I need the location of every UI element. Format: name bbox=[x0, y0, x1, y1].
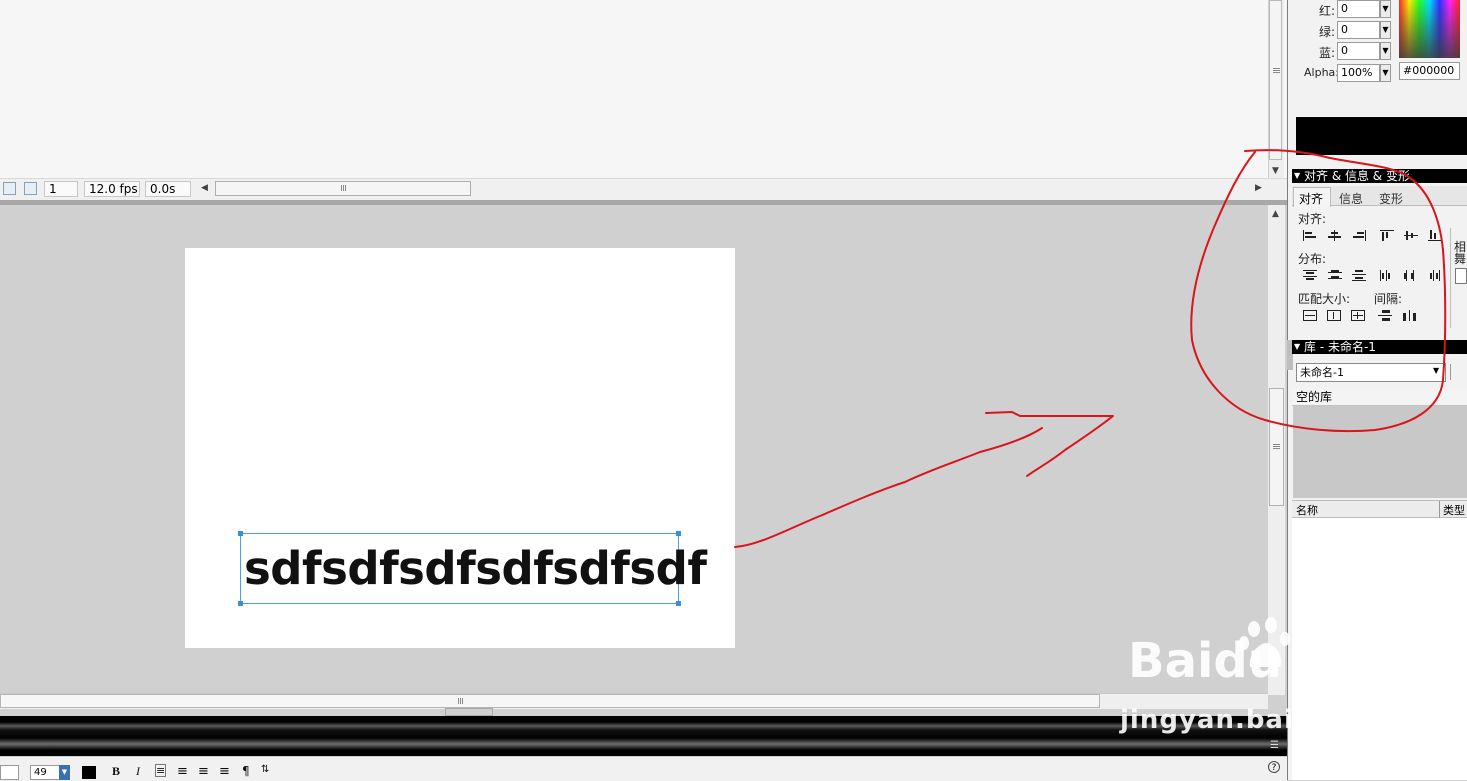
library-empty-label: 空的库 bbox=[1292, 388, 1467, 406]
scroll-right-arrow-icon[interactable]: ▶ bbox=[1255, 183, 1262, 193]
onion-skin-icon[interactable] bbox=[3, 182, 16, 195]
collapse-panel-tab[interactable] bbox=[445, 708, 493, 716]
resize-handle[interactable] bbox=[238, 601, 243, 606]
annotation-arrow-head bbox=[985, 411, 1114, 477]
library-panel-title[interactable]: 库 - 未命名-1 bbox=[1292, 340, 1467, 354]
align-panel-title[interactable]: 对齐 & 信息 & 变形 bbox=[1292, 169, 1467, 183]
blue-label: 蓝: bbox=[1319, 46, 1336, 60]
green-input[interactable]: 0 bbox=[1337, 21, 1380, 39]
align-left-icon[interactable]: ≡ bbox=[155, 764, 167, 777]
red-label: 红: bbox=[1319, 4, 1336, 18]
paw-logo-icon bbox=[1239, 617, 1290, 667]
font-size-dropdown-icon[interactable]: ▼ bbox=[59, 765, 70, 780]
align-left-edge-icon[interactable] bbox=[1303, 230, 1317, 241]
tab-info[interactable]: 信息 bbox=[1339, 190, 1363, 207]
column-type-header[interactable]: 类型 bbox=[1443, 502, 1465, 518]
watermark-url: jingyan.baidu.com bbox=[1120, 705, 1408, 735]
match-width-height-icon[interactable] bbox=[1351, 310, 1365, 321]
properties-panel-header[interactable] bbox=[0, 716, 1287, 756]
baidu-watermark: Baidu 经验 jingyan.baidu.com bbox=[1120, 615, 1407, 735]
match-height-icon[interactable] bbox=[1327, 310, 1341, 321]
resize-handle[interactable] bbox=[676, 601, 681, 606]
distribute-right-icon[interactable] bbox=[1428, 270, 1442, 281]
text-direction-icon[interactable]: ⇅ bbox=[261, 764, 269, 775]
library-preview-area bbox=[1293, 406, 1467, 498]
tab-transform[interactable]: 变形 bbox=[1379, 190, 1403, 207]
to-stage-button[interactable] bbox=[1455, 268, 1467, 284]
distribute-top-icon[interactable] bbox=[1303, 270, 1317, 281]
select-chevron-down-icon[interactable]: ▼ bbox=[1433, 366, 1439, 375]
panel-menu-icon[interactable]: ☰ bbox=[1270, 740, 1279, 751]
justify-icon[interactable]: ≡ bbox=[219, 764, 230, 779]
alpha-dropdown-icon[interactable]: ▼ bbox=[1380, 64, 1391, 82]
bold-button[interactable]: B bbox=[112, 764, 120, 779]
current-frame-field: 1 bbox=[44, 181, 78, 197]
properties-toolbar bbox=[0, 756, 1287, 781]
align-bottom-edge-icon[interactable] bbox=[1428, 230, 1442, 241]
text-color-swatch[interactable] bbox=[82, 766, 96, 779]
help-button[interactable]: ? bbox=[1268, 761, 1280, 773]
green-dropdown-icon[interactable]: ▼ bbox=[1380, 21, 1391, 39]
resize-handle[interactable] bbox=[676, 531, 681, 536]
scroll-down-arrow-icon[interactable]: ▼ bbox=[1272, 166, 1279, 176]
color-spectrum[interactable] bbox=[1399, 0, 1460, 58]
red-dropdown-icon[interactable]: ▼ bbox=[1380, 0, 1391, 18]
alpha-label: Alpha: bbox=[1304, 66, 1339, 79]
edit-multiple-frames-icon[interactable] bbox=[24, 182, 37, 195]
distribute-horizontal-center-icon[interactable] bbox=[1404, 270, 1418, 281]
timeline-area[interactable] bbox=[0, 0, 1287, 178]
blue-dropdown-icon[interactable]: ▼ bbox=[1380, 42, 1391, 60]
stage-vertical-scroll-thumb[interactable] bbox=[1269, 388, 1284, 506]
timeline-horizontal-scroll-thumb[interactable] bbox=[215, 181, 471, 196]
scroll-left-arrow-icon[interactable]: ◀ bbox=[201, 183, 208, 193]
alpha-input[interactable]: 100% bbox=[1337, 64, 1380, 82]
watermark-brand-cn: 经验 bbox=[1298, 649, 1366, 689]
hex-color-input[interactable]: #000000 bbox=[1399, 62, 1460, 80]
distribute-vertical-center-icon[interactable] bbox=[1328, 270, 1342, 281]
stage-text-content[interactable]: sdfsdfsdfsdfsdfsdf bbox=[244, 540, 707, 598]
distribute-label: 分布: bbox=[1298, 252, 1327, 266]
font-size-field[interactable]: 49 bbox=[30, 765, 60, 780]
blue-input[interactable]: 0 bbox=[1337, 42, 1380, 60]
resize-handle[interactable] bbox=[238, 531, 243, 536]
library-column-header bbox=[1292, 500, 1467, 518]
red-input[interactable]: 0 bbox=[1337, 0, 1380, 18]
align-label: 对齐: bbox=[1298, 212, 1327, 226]
distribute-bottom-icon[interactable] bbox=[1352, 270, 1366, 281]
distribute-left-icon[interactable] bbox=[1380, 270, 1394, 281]
match-size-label: 匹配大小: bbox=[1298, 292, 1351, 306]
annotation-arrow-shaft bbox=[734, 427, 1043, 548]
align-horizontal-center-icon[interactable] bbox=[1328, 230, 1342, 241]
font-family-dropdown[interactable] bbox=[0, 765, 19, 780]
scroll-up-arrow-icon[interactable]: ▲ bbox=[1272, 209, 1279, 219]
align-top-edge-icon[interactable] bbox=[1380, 230, 1394, 241]
library-document-select[interactable]: 未命名-1 bbox=[1296, 363, 1446, 382]
pin-library-icon[interactable] bbox=[1450, 364, 1467, 380]
tab-align[interactable]: 对齐 bbox=[1299, 190, 1323, 207]
align-right-edge-icon[interactable] bbox=[1352, 230, 1366, 241]
spacing-label: 间隔: bbox=[1374, 292, 1403, 306]
align-vertical-center-icon[interactable] bbox=[1404, 230, 1418, 241]
paragraph-format-button[interactable]: ¶ bbox=[242, 764, 250, 778]
green-label: 绿: bbox=[1319, 25, 1336, 39]
space-evenly-vertical-icon[interactable] bbox=[1378, 310, 1392, 321]
space-evenly-horizontal-icon[interactable] bbox=[1403, 310, 1417, 321]
color-preview-swatch bbox=[1296, 117, 1467, 155]
to-stage-label-2: 舞 bbox=[1454, 252, 1467, 266]
column-name-header[interactable]: 名称 bbox=[1296, 502, 1318, 518]
stage-horizontal-scroll-thumb[interactable] bbox=[0, 694, 1100, 708]
align-center-icon[interactable]: ≡ bbox=[177, 764, 188, 779]
frame-rate-field[interactable]: 12.0 fps bbox=[84, 181, 140, 197]
italic-button[interactable]: I bbox=[136, 764, 140, 779]
align-right-icon[interactable]: ≡ bbox=[198, 764, 209, 779]
elapsed-time-field: 0.0s bbox=[145, 181, 191, 197]
panel-divider[interactable] bbox=[0, 200, 1287, 205]
timeline-vertical-scroll-thumb[interactable] bbox=[1269, 0, 1282, 160]
match-width-icon[interactable] bbox=[1303, 310, 1317, 321]
